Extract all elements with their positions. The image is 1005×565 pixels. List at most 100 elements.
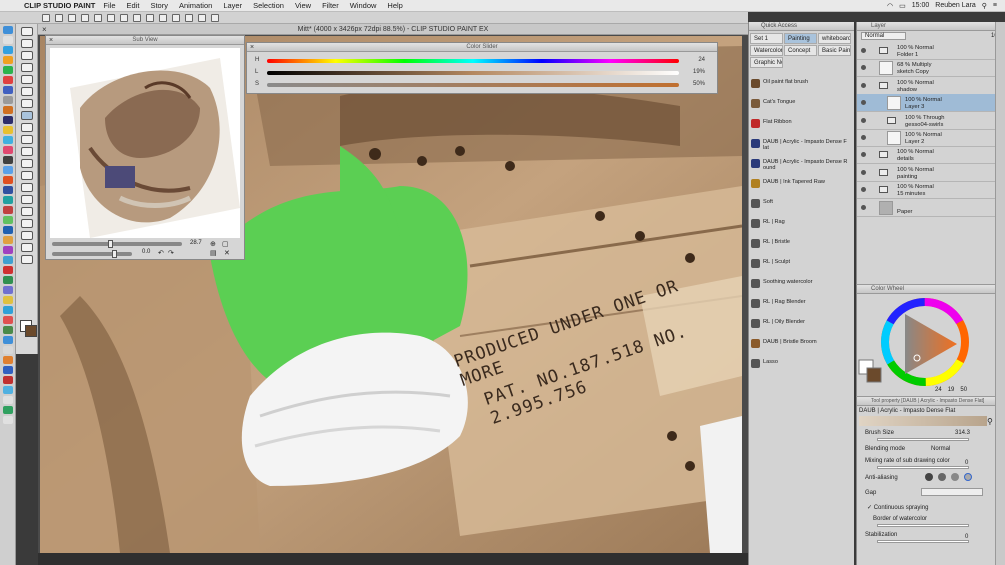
pen-tool-icon[interactable] bbox=[21, 87, 33, 96]
dock-app-icon[interactable] bbox=[3, 306, 13, 314]
hue-slider[interactable] bbox=[267, 59, 679, 63]
text-tool-icon[interactable] bbox=[21, 231, 33, 240]
save-icon[interactable] bbox=[68, 13, 76, 22]
battery-icon[interactable]: ▭ bbox=[899, 2, 906, 10]
airbrush-tool-icon[interactable] bbox=[21, 123, 33, 132]
brush-item[interactable]: Oil paint flat brush bbox=[749, 76, 855, 96]
menu-help[interactable]: Help bbox=[387, 1, 402, 10]
menu-edit[interactable]: Edit bbox=[127, 1, 140, 10]
fill-tool-icon[interactable] bbox=[21, 171, 33, 180]
dock-app-icon[interactable] bbox=[3, 246, 13, 254]
menu-list-icon[interactable]: ≡ bbox=[993, 2, 997, 9]
dock-app-icon[interactable] bbox=[3, 166, 13, 174]
balloon-tool-icon[interactable] bbox=[21, 243, 33, 252]
user-name[interactable]: Reuben Lara bbox=[935, 2, 975, 9]
gradient-tool-icon[interactable] bbox=[21, 183, 33, 192]
close-document-icon[interactable]: × bbox=[42, 24, 47, 35]
brush-item[interactable]: RL | Rag Blender bbox=[749, 296, 855, 316]
camera-icon[interactable] bbox=[211, 13, 219, 22]
eye-icon[interactable] bbox=[861, 135, 866, 140]
dock-app-icon[interactable] bbox=[3, 326, 13, 334]
menu-animation[interactable]: Animation bbox=[179, 1, 212, 10]
dock-app-icon[interactable] bbox=[3, 106, 13, 114]
dock-app-icon[interactable] bbox=[3, 96, 13, 104]
dock-app-icon[interactable] bbox=[3, 346, 13, 354]
menu-view[interactable]: View bbox=[295, 1, 311, 10]
dock-app-icon[interactable] bbox=[3, 356, 13, 364]
transform-icon[interactable] bbox=[120, 13, 128, 22]
rotate-left-icon[interactable]: ↶ bbox=[158, 249, 164, 257]
eye-icon[interactable] bbox=[861, 65, 866, 71]
ruler-icon[interactable] bbox=[159, 13, 167, 22]
aa-strong-icon[interactable] bbox=[964, 473, 972, 481]
dock-app-icon[interactable] bbox=[3, 206, 13, 214]
dock-app-icon[interactable] bbox=[3, 336, 13, 344]
brush-item[interactable]: RL | Sculpt bbox=[749, 256, 855, 276]
eye-icon[interactable] bbox=[861, 100, 866, 106]
dock-app-icon[interactable] bbox=[3, 406, 13, 414]
hue-readout[interactable]: 24 bbox=[935, 387, 942, 393]
eye-icon[interactable] bbox=[861, 48, 866, 53]
brush-size-value[interactable]: 314.3 bbox=[955, 430, 970, 436]
brush-item[interactable]: RL | Bristle bbox=[749, 236, 855, 256]
trash-icon[interactable] bbox=[3, 416, 13, 424]
invert-selection-icon[interactable] bbox=[146, 13, 154, 22]
saturation-value[interactable]: 50% bbox=[693, 81, 705, 87]
dock-app-icon[interactable] bbox=[3, 36, 13, 44]
new-file-icon[interactable] bbox=[42, 13, 50, 22]
dock-app-icon[interactable] bbox=[3, 236, 13, 244]
dock-app-icon[interactable] bbox=[3, 156, 13, 164]
close-panel-icon[interactable]: × bbox=[250, 43, 254, 52]
clock[interactable]: 15:00 bbox=[912, 2, 930, 9]
reference-photo[interactable] bbox=[50, 48, 240, 238]
menu-window[interactable]: Window bbox=[350, 1, 377, 10]
tab-painting[interactable]: Painting bbox=[784, 33, 817, 44]
dock-app-icon[interactable] bbox=[3, 176, 13, 184]
zoom-tool-icon[interactable] bbox=[21, 27, 33, 36]
blending-mode-select[interactable]: Normal bbox=[931, 446, 950, 452]
menu-selection[interactable]: Selection bbox=[253, 1, 284, 10]
brush-item[interactable]: DAUB | Bristle Broom bbox=[749, 336, 855, 356]
brush-item[interactable]: Cat's Tongue bbox=[749, 96, 855, 116]
dock-app-icon[interactable] bbox=[3, 276, 13, 284]
zoom-slider-knob[interactable] bbox=[108, 240, 113, 248]
selection-tool-icon[interactable] bbox=[21, 51, 33, 60]
color-wheel-graphic[interactable] bbox=[857, 294, 1005, 394]
dock-app-icon[interactable] bbox=[3, 366, 13, 374]
dock-app-icon[interactable] bbox=[3, 296, 13, 304]
redo-icon[interactable] bbox=[94, 13, 102, 22]
rotate-slider[interactable] bbox=[52, 250, 132, 258]
lasso-tool-icon[interactable] bbox=[21, 63, 33, 72]
tab-whiteboard[interactable]: whiteboard bbox=[818, 33, 851, 44]
dock-app-icon[interactable] bbox=[3, 376, 13, 384]
dock-app-icon[interactable] bbox=[3, 146, 13, 154]
fit-icon[interactable]: ▢ bbox=[222, 240, 229, 248]
dock-app-icon[interactable] bbox=[3, 256, 13, 264]
dock-app-icon[interactable] bbox=[3, 186, 13, 194]
brush-item[interactable]: Soothing watercolor bbox=[749, 276, 855, 296]
wifi-icon[interactable]: ◠ bbox=[887, 2, 893, 10]
layer-row[interactable]: Paper bbox=[857, 199, 1005, 217]
luminance-slider[interactable] bbox=[267, 71, 679, 75]
close-panel-icon[interactable]: × bbox=[49, 36, 53, 45]
dock-app-icon[interactable] bbox=[3, 386, 13, 394]
layer-row[interactable]: 100 % Normal shadow bbox=[857, 77, 1005, 95]
menu-file[interactable]: File bbox=[103, 1, 115, 10]
snap-icon[interactable] bbox=[172, 13, 180, 22]
eye-icon[interactable] bbox=[861, 187, 866, 193]
menu-story[interactable]: Story bbox=[150, 1, 168, 10]
move-tool-icon[interactable] bbox=[21, 39, 33, 48]
dock-app-icon[interactable] bbox=[3, 126, 13, 134]
pencil-tool-icon[interactable] bbox=[21, 99, 33, 108]
mixing-rate-value[interactable]: 0 bbox=[965, 460, 968, 466]
undo-icon[interactable] bbox=[81, 13, 89, 22]
mixing-rate-slider[interactable] bbox=[877, 466, 969, 469]
clear-icon[interactable] bbox=[107, 13, 115, 22]
search-icon[interactable]: ⚲ bbox=[987, 417, 993, 426]
brush-item[interactable]: DAUB | Ink Tapered Raw bbox=[749, 176, 855, 196]
zoom-in-icon[interactable]: ⊕ bbox=[210, 240, 216, 248]
zoom-slider[interactable] bbox=[52, 240, 182, 248]
dock-app-icon[interactable] bbox=[3, 56, 13, 64]
eye-icon[interactable] bbox=[861, 204, 866, 210]
brush-size-slider[interactable] bbox=[877, 438, 969, 441]
